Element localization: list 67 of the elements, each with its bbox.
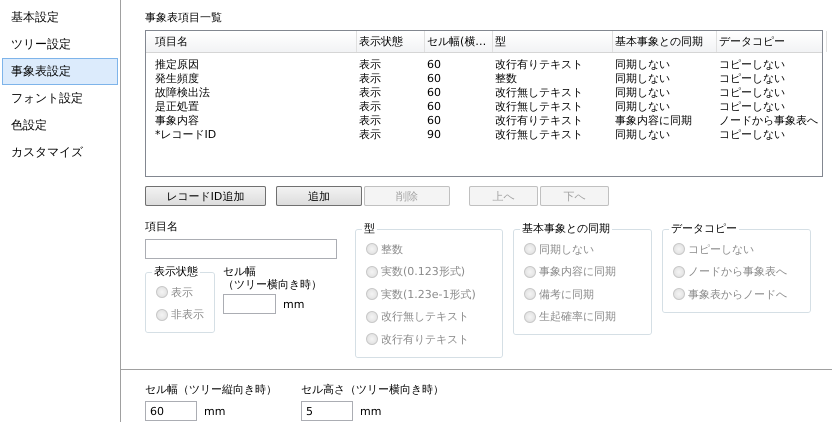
- table-cell-text: 改行無しテキスト: [494, 128, 584, 142]
- column-header[interactable]: セル幅(横…: [425, 31, 493, 52]
- input-field[interactable]: 60: [145, 401, 197, 421]
- column-header[interactable]: データコピー: [717, 31, 827, 52]
- table-cell-text: 90: [426, 128, 442, 142]
- table-cell-text: 表示: [358, 86, 382, 100]
- table-cell-text: 表示: [358, 100, 382, 114]
- group-label: 表示状態: [153, 265, 199, 279]
- table-cell-text: コピーしない: [718, 128, 786, 142]
- sidebar-item[interactable]: カスタマイズ: [2, 139, 118, 166]
- group-label: データコピー: [670, 222, 738, 236]
- column-header[interactable]: 項目名: [153, 31, 357, 52]
- table-cell-text: 整数: [494, 72, 518, 86]
- table-cell-text: 同期しない: [614, 72, 671, 86]
- table-cell-text: コピーしない: [718, 86, 786, 100]
- sidebar-item[interactable]: フォント設定: [2, 85, 118, 112]
- column-header[interactable]: 表示状態: [357, 31, 425, 52]
- table-cell-text: ノードから事象表へ: [718, 114, 819, 128]
- column-header[interactable]: 型: [493, 31, 613, 52]
- input-field[interactable]: [145, 239, 337, 259]
- table-cell-text: 表示: [358, 114, 382, 128]
- input-field[interactable]: [223, 294, 276, 314]
- table-cell-text: *レコードID: [154, 128, 218, 142]
- table-cell-text: 推定原因: [154, 58, 200, 72]
- table-cell-text: 事象内容: [154, 114, 200, 128]
- sidebar-item[interactable]: 色設定: [2, 112, 118, 139]
- table-cell-text: 60: [426, 100, 442, 114]
- table-cell-text: 60: [426, 114, 442, 128]
- table-cell-text: 改行有りテキスト: [494, 114, 584, 128]
- field-label: （ツリー横向き時）: [223, 278, 322, 291]
- table-cell-text: 同期しない: [614, 128, 671, 142]
- action-button[interactable]: レコードID追加: [145, 186, 266, 206]
- field-label: 項目名: [145, 220, 179, 234]
- table-cell-text: 発生頻度: [154, 72, 200, 86]
- table-cell-text: 改行無しテキスト: [494, 100, 584, 114]
- sidebar-item[interactable]: 基本設定: [2, 4, 118, 31]
- table-cell-text: 60: [426, 86, 442, 100]
- unit-label: mm: [283, 298, 304, 310]
- table-cell-text: 60: [426, 58, 442, 72]
- table-cell-text: 同期しない: [614, 58, 671, 72]
- table-cell-text: 表示: [358, 72, 382, 86]
- table-cell-text: 故障検出法: [154, 86, 211, 100]
- section-title: 事象表項目一覧: [145, 10, 223, 26]
- table-cell-text: 事象内容に同期: [614, 114, 693, 128]
- table-cell-text: 是正処置: [154, 100, 200, 114]
- table-cell-text: 表示: [358, 58, 382, 72]
- table-cell-text: 同期しない: [614, 100, 671, 114]
- input-field[interactable]: 5: [301, 401, 353, 421]
- sidebar-item[interactable]: ツリー設定: [2, 31, 118, 58]
- table-cell-text: 同期しない: [614, 86, 671, 100]
- group-label: 型: [363, 222, 376, 236]
- table-cell-text: コピーしない: [718, 100, 786, 114]
- table-cell-text: 60: [426, 72, 442, 86]
- unit-label: mm: [204, 404, 226, 418]
- field-label: セル幅: [223, 265, 257, 278]
- column-header[interactable]: 基本事象との同期: [613, 31, 717, 52]
- table-cell-text: コピーしない: [718, 72, 786, 86]
- table-cell-text: 改行有りテキスト: [494, 58, 584, 72]
- table-cell-text: 表示: [358, 128, 382, 142]
- unit-label: mm: [360, 404, 382, 418]
- table-cell-text: コピーしない: [718, 58, 786, 72]
- field-label: セル高さ（ツリー横向き時）: [301, 383, 445, 397]
- group-label: 基本事象との同期: [521, 222, 611, 236]
- field-label: セル幅（ツリー縦向き時）: [145, 383, 278, 397]
- sidebar-item[interactable]: 事象表設定: [2, 58, 118, 85]
- action-button[interactable]: 追加: [276, 186, 362, 206]
- table-cell-text: 改行無しテキスト: [494, 86, 584, 100]
